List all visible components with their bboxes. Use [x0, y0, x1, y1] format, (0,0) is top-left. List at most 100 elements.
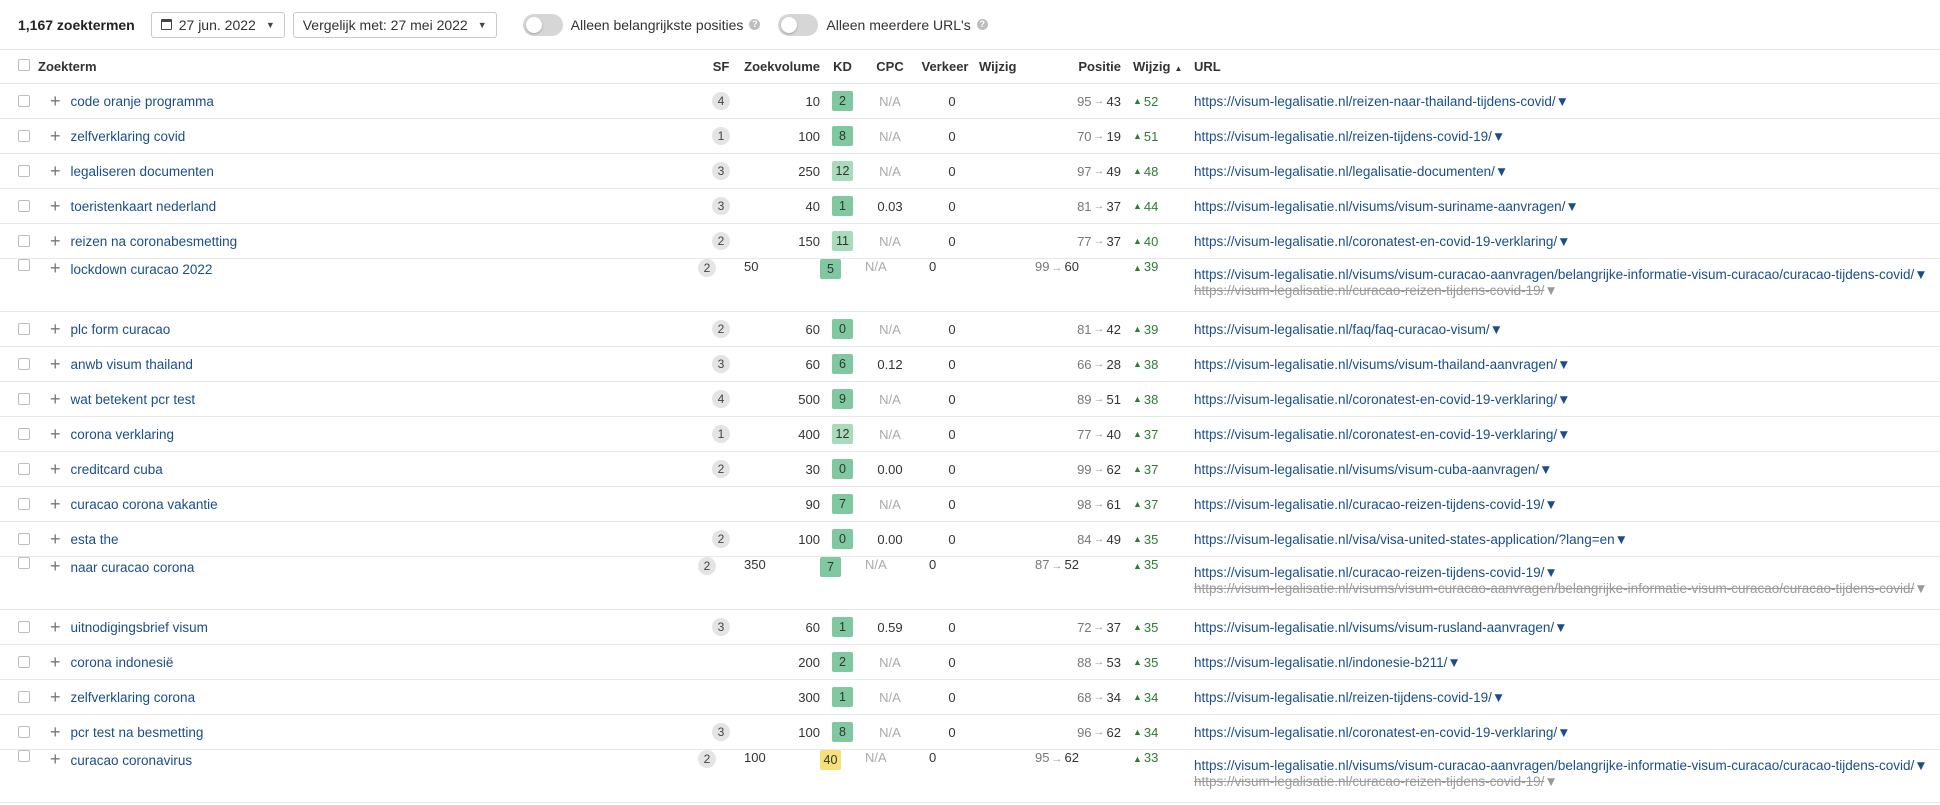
chevron-down-icon[interactable]: ▼ [1615, 532, 1628, 547]
row-checkbox[interactable] [18, 750, 30, 762]
chevron-down-icon[interactable]: ▼ [1492, 690, 1505, 705]
keyword-link[interactable]: legaliseren documenten [71, 164, 214, 179]
keyword-link[interactable]: zelfverklaring corona [71, 690, 196, 705]
chevron-down-icon[interactable]: ▼ [1914, 267, 1927, 282]
serp-features-badge[interactable]: 3 [712, 723, 730, 741]
select-all-checkbox[interactable] [18, 59, 30, 71]
previous-ranking-url[interactable]: https://visum-legalisatie.nl/curacao-rei… [1194, 283, 1544, 298]
chevron-down-icon[interactable]: ▼ [1544, 774, 1557, 789]
add-keyword-icon[interactable]: + [50, 355, 61, 373]
serp-features-badge[interactable]: 2 [698, 750, 716, 768]
add-keyword-icon[interactable]: + [50, 162, 61, 180]
chevron-down-icon[interactable]: ▼ [1557, 725, 1570, 740]
add-keyword-icon[interactable]: + [50, 92, 61, 110]
add-keyword-icon[interactable]: + [50, 425, 61, 443]
chevron-down-icon[interactable]: ▼ [1490, 322, 1503, 337]
add-keyword-icon[interactable]: + [50, 749, 61, 769]
ranking-url[interactable]: https://visum-legalisatie.nl/visums/visu… [1194, 462, 1539, 477]
row-checkbox[interactable] [18, 621, 30, 633]
header-position-change[interactable]: Wijzig ▲ [1121, 50, 1182, 84]
ranking-url[interactable]: https://visum-legalisatie.nl/visums/visu… [1194, 357, 1557, 372]
ranking-url[interactable]: https://visum-legalisatie.nl/visums/visu… [1194, 620, 1554, 635]
serp-features-badge[interactable]: 2 [712, 530, 730, 548]
add-keyword-icon[interactable]: + [50, 460, 61, 478]
keyword-link[interactable]: esta the [71, 532, 119, 547]
ranking-url[interactable]: https://visum-legalisatie.nl/indonesie-b… [1194, 655, 1447, 670]
help-icon[interactable]: ? [976, 19, 988, 30]
add-keyword-icon[interactable]: + [50, 530, 61, 548]
keyword-link[interactable]: corona indonesië [71, 655, 174, 670]
add-keyword-icon[interactable]: + [50, 723, 61, 741]
chevron-down-icon[interactable]: ▼ [1556, 94, 1569, 109]
row-checkbox[interactable] [18, 200, 30, 212]
ranking-url[interactable]: https://visum-legalisatie.nl/reizen-naar… [1194, 94, 1556, 109]
row-checkbox[interactable] [18, 235, 30, 247]
keyword-link[interactable]: naar curacao corona [71, 560, 195, 575]
add-keyword-icon[interactable]: + [50, 556, 61, 576]
ranking-url[interactable]: https://visum-legalisatie.nl/visums/visu… [1194, 267, 1914, 282]
chevron-down-icon[interactable]: ▼ [1544, 565, 1557, 580]
ranking-url[interactable]: https://visum-legalisatie.nl/visa/visa-u… [1194, 532, 1615, 547]
row-checkbox[interactable] [18, 463, 30, 475]
select-all-checkbox-cell[interactable] [0, 50, 38, 84]
header-traffic[interactable]: Verkeer [915, 50, 975, 84]
header-position[interactable]: Positie [1035, 50, 1121, 84]
chevron-down-icon[interactable]: ▼ [1492, 129, 1505, 144]
add-keyword-icon[interactable]: + [50, 232, 61, 250]
header-kd[interactable]: KD [820, 50, 865, 84]
ranking-url[interactable]: https://visum-legalisatie.nl/reizen-tijd… [1194, 690, 1492, 705]
row-checkbox[interactable] [18, 259, 30, 271]
header-sf[interactable]: SF [698, 50, 744, 84]
row-checkbox[interactable] [18, 95, 30, 107]
serp-features-badge[interactable]: 3 [712, 618, 730, 636]
compare-selector[interactable]: Vergelijk met: 27 mei 2022 ▼ [292, 11, 497, 38]
add-keyword-icon[interactable]: + [50, 688, 61, 706]
keyword-link[interactable]: curacao coronavirus [71, 753, 193, 768]
serp-features-badge[interactable]: 2 [712, 232, 730, 250]
row-checkbox[interactable] [18, 358, 30, 370]
row-checkbox[interactable] [18, 557, 30, 569]
previous-ranking-url[interactable]: https://visum-legalisatie.nl/visums/visu… [1194, 581, 1914, 596]
row-checkbox[interactable] [18, 726, 30, 738]
previous-ranking-url[interactable]: https://visum-legalisatie.nl/curacao-rei… [1194, 774, 1544, 789]
row-checkbox[interactable] [18, 691, 30, 703]
header-traffic-change[interactable]: Wijzig [975, 50, 1035, 84]
date-selector[interactable]: 27 jun. 2022 ▼ [150, 11, 285, 38]
chevron-down-icon[interactable]: ▼ [1557, 234, 1570, 249]
row-checkbox[interactable] [18, 498, 30, 510]
ranking-url[interactable]: https://visum-legalisatie.nl/legalisatie… [1194, 164, 1495, 179]
serp-features-badge[interactable]: 3 [712, 197, 730, 215]
help-icon[interactable]: ? [749, 19, 761, 30]
chevron-down-icon[interactable]: ▼ [1914, 581, 1927, 596]
ranking-url[interactable]: https://visum-legalisatie.nl/visums/visu… [1194, 758, 1914, 773]
keyword-link[interactable]: code oranje programma [71, 94, 214, 109]
chevron-down-icon[interactable]: ▼ [1914, 758, 1927, 773]
chevron-down-icon[interactable]: ▼ [1565, 199, 1578, 214]
ranking-url[interactable]: https://visum-legalisatie.nl/faq/faq-cur… [1194, 322, 1490, 337]
ranking-url[interactable]: https://visum-legalisatie.nl/reizen-tijd… [1194, 129, 1492, 144]
ranking-url[interactable]: https://visum-legalisatie.nl/coronatest-… [1194, 392, 1557, 407]
row-checkbox[interactable] [18, 428, 30, 440]
ranking-url[interactable]: https://visum-legalisatie.nl/coronatest-… [1194, 427, 1557, 442]
chevron-down-icon[interactable]: ▼ [1539, 462, 1552, 477]
serp-features-badge[interactable]: 4 [712, 390, 730, 408]
keyword-link[interactable]: curacao corona vakantie [71, 497, 218, 512]
add-keyword-icon[interactable]: + [50, 320, 61, 338]
keyword-link[interactable]: uitnodigingsbrief visum [71, 620, 208, 635]
serp-features-badge[interactable]: 2 [712, 320, 730, 338]
serp-features-badge[interactable]: 3 [712, 355, 730, 373]
ranking-url[interactable]: https://visum-legalisatie.nl/curacao-rei… [1194, 565, 1544, 580]
ranking-url[interactable]: https://visum-legalisatie.nl/coronatest-… [1194, 234, 1557, 249]
keyword-link[interactable]: anwb visum thailand [71, 357, 193, 372]
serp-features-badge[interactable]: 2 [698, 259, 716, 277]
add-keyword-icon[interactable]: + [50, 618, 61, 636]
keyword-link[interactable]: wat betekent pcr test [71, 392, 196, 407]
chevron-down-icon[interactable]: ▼ [1544, 283, 1557, 298]
ranking-url[interactable]: https://visum-legalisatie.nl/coronatest-… [1194, 725, 1557, 740]
ranking-url[interactable]: https://visum-legalisatie.nl/curacao-rei… [1194, 497, 1544, 512]
row-checkbox[interactable] [18, 130, 30, 142]
keyword-link[interactable]: creditcard cuba [71, 462, 163, 477]
add-keyword-icon[interactable]: + [50, 495, 61, 513]
toggle-multiple-urls[interactable] [778, 13, 819, 36]
serp-features-badge[interactable]: 3 [712, 162, 730, 180]
